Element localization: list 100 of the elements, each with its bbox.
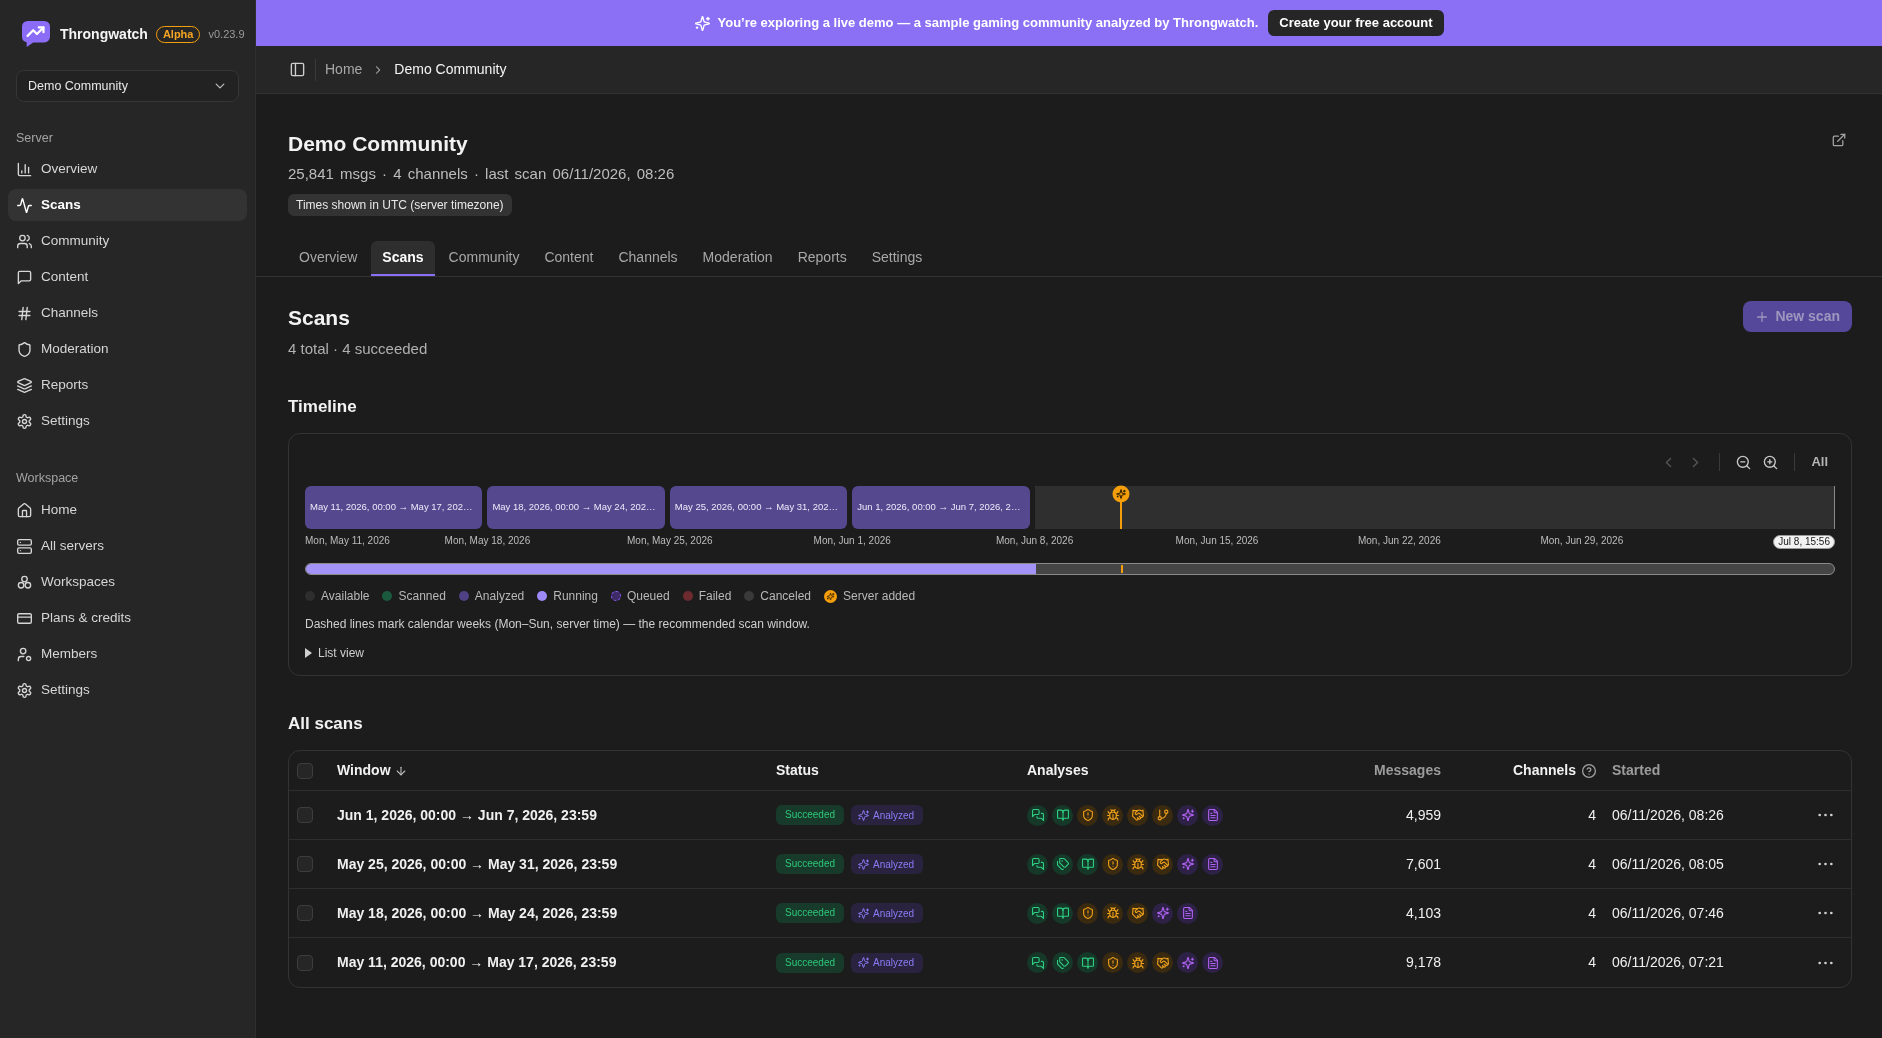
- shield-alert-icon: [1077, 804, 1098, 826]
- sidebar-item[interactable]: Content: [8, 261, 247, 293]
- sparkles-icon: [858, 907, 870, 919]
- checkbox[interactable]: [297, 856, 313, 872]
- column-header: Status: [776, 761, 819, 780]
- scan-block[interactable]: May 25, 2026, 00:00 → May 31, 202…: [669, 486, 848, 529]
- status-badge: Succeeded: [776, 805, 845, 825]
- sidebar-item[interactable]: Members: [8, 638, 247, 670]
- all-range-button[interactable]: All: [1811, 452, 1828, 472]
- column-header: Channels: [1513, 761, 1576, 780]
- server-select[interactable]: Demo Community: [16, 70, 239, 102]
- tab[interactable]: Settings: [860, 241, 934, 276]
- server-stats: 25,841 msgs · 4 channels · last scan 06/11/2026, 08:26: [288, 164, 676, 184]
- help-icon[interactable]: [1582, 763, 1596, 778]
- tab[interactable]: Channels: [607, 241, 689, 276]
- axis-label: Mon, May 11, 2026: [305, 534, 390, 548]
- sidebar-item[interactable]: All servers: [8, 530, 247, 562]
- legend-label: Canceled: [760, 588, 812, 605]
- checkbox[interactable]: [297, 954, 313, 971]
- sparkles-icon: [858, 858, 870, 870]
- document-icon: [1202, 853, 1223, 875]
- house-icon: [17, 502, 32, 518]
- zoom-out-icon[interactable]: [1736, 454, 1752, 470]
- page-title: Demo Community: [288, 131, 468, 157]
- sidebar-item[interactable]: Reports: [8, 369, 247, 401]
- book-icon: [1077, 952, 1098, 973]
- column-header[interactable]: Started: [1612, 760, 1661, 781]
- zoom-in-icon[interactable]: [1763, 454, 1779, 470]
- channel-count: 4: [1588, 953, 1596, 972]
- channel-count: 4: [1588, 805, 1596, 825]
- tab[interactable]: Overview: [288, 241, 369, 276]
- sparkles-icon: [1177, 804, 1198, 826]
- server-icon: [17, 538, 32, 554]
- document-icon: [1202, 952, 1223, 973]
- sidebar-item[interactable]: Community: [8, 225, 247, 257]
- sidebar-item[interactable]: Overview: [8, 153, 247, 185]
- list-view-toggle[interactable]: List view: [305, 644, 364, 662]
- tab[interactable]: Community: [437, 241, 531, 276]
- tag-icon: [1052, 952, 1073, 973]
- sidebar-item[interactable]: Settings: [8, 674, 247, 706]
- sidebar-item[interactable]: Plans & credits: [8, 602, 247, 634]
- more-icon[interactable]: [1818, 911, 1833, 915]
- badge-label: Analyzed: [873, 956, 915, 970]
- column-header[interactable]: Messages: [1374, 760, 1441, 781]
- channel-count: 4: [1588, 854, 1596, 874]
- checkbox[interactable]: [297, 905, 313, 921]
- arrow-down-icon: [394, 764, 407, 777]
- badge-label: Analyzed: [873, 808, 915, 823]
- checkbox[interactable]: [297, 807, 313, 823]
- start-time: 06/11/2026, 07:21: [1612, 953, 1724, 972]
- legend-label: Available: [321, 588, 370, 605]
- hash-icon: [17, 305, 32, 321]
- message-count: 4,959: [1405, 805, 1441, 825]
- scan-window: May 11, 2026, 00:00 → May 17, 2026, 23:59: [337, 952, 617, 973]
- sidebar-item[interactable]: Moderation: [8, 333, 247, 365]
- column-header[interactable]: Window: [337, 760, 407, 781]
- sidebar-item[interactable]: Workspaces: [8, 566, 247, 598]
- end-time-label: Jul 8, 15:56: [1773, 535, 1835, 549]
- sidebar-item[interactable]: Channels: [8, 297, 247, 329]
- timezone-note: Times shown in UTC (server timezone): [288, 194, 512, 216]
- badge-label: Analyzed: [873, 857, 915, 872]
- create-account-button[interactable]: Create your free account: [1268, 10, 1444, 36]
- legend-label: Server added: [843, 588, 916, 605]
- timeline-note: Dashed lines mark calendar weeks (Mon–Sun, server time) — the recommended scan window.: [305, 616, 811, 633]
- sparkles-icon: [858, 809, 870, 821]
- legend-label: Analyzed: [474, 588, 525, 605]
- more-icon[interactable]: [1818, 960, 1833, 965]
- shield-alert-icon: [1102, 952, 1123, 973]
- breadcrumb-link[interactable]: Demo Community: [394, 59, 507, 80]
- external-link-icon[interactable]: [1832, 133, 1846, 147]
- users-icon: [17, 233, 32, 249]
- tab[interactable]: Content: [533, 241, 605, 276]
- section-title: Scans: [288, 305, 351, 331]
- section-label: Server: [15, 130, 54, 147]
- breadcrumb-link[interactable]: Home: [325, 59, 363, 80]
- plus-icon: [1755, 309, 1770, 324]
- chat-icon: [1027, 902, 1048, 924]
- settings-icon: [17, 413, 32, 429]
- checkbox[interactable]: [297, 762, 313, 779]
- sidebar-item[interactable]: Home: [8, 494, 247, 526]
- tab[interactable]: Moderation: [691, 241, 784, 276]
- panel-icon[interactable]: [290, 62, 305, 77]
- more-icon[interactable]: [1818, 813, 1833, 817]
- book-icon: [1052, 804, 1073, 826]
- scan-block[interactable]: May 18, 2026, 00:00 → May 24, 202…: [487, 486, 665, 529]
- scan-block[interactable]: May 11, 2026, 00:00 → May 17, 202…: [305, 486, 483, 529]
- axis-label: Mon, Jun 8, 2026: [995, 534, 1074, 548]
- scan-block[interactable]: Jun 1, 2026, 00:00 → Jun 7, 2026, 2…: [852, 486, 1030, 529]
- axis-label: Mon, Jun 22, 2026: [1357, 534, 1441, 548]
- shield-alert-icon: [1102, 853, 1123, 875]
- tab[interactable]: Reports: [786, 241, 858, 276]
- legend-label: Running: [553, 588, 598, 605]
- sparkles-icon: [1177, 952, 1198, 973]
- sidebar-item[interactable]: Settings: [8, 405, 247, 437]
- document-icon: [1202, 804, 1223, 826]
- badge-label: Analyzed: [873, 906, 915, 921]
- more-icon[interactable]: [1818, 862, 1833, 866]
- tab[interactable]: Scans: [371, 241, 435, 276]
- sidebar-item[interactable]: Scans: [8, 189, 247, 221]
- axis-label: Mon, May 25, 2026: [627, 534, 713, 548]
